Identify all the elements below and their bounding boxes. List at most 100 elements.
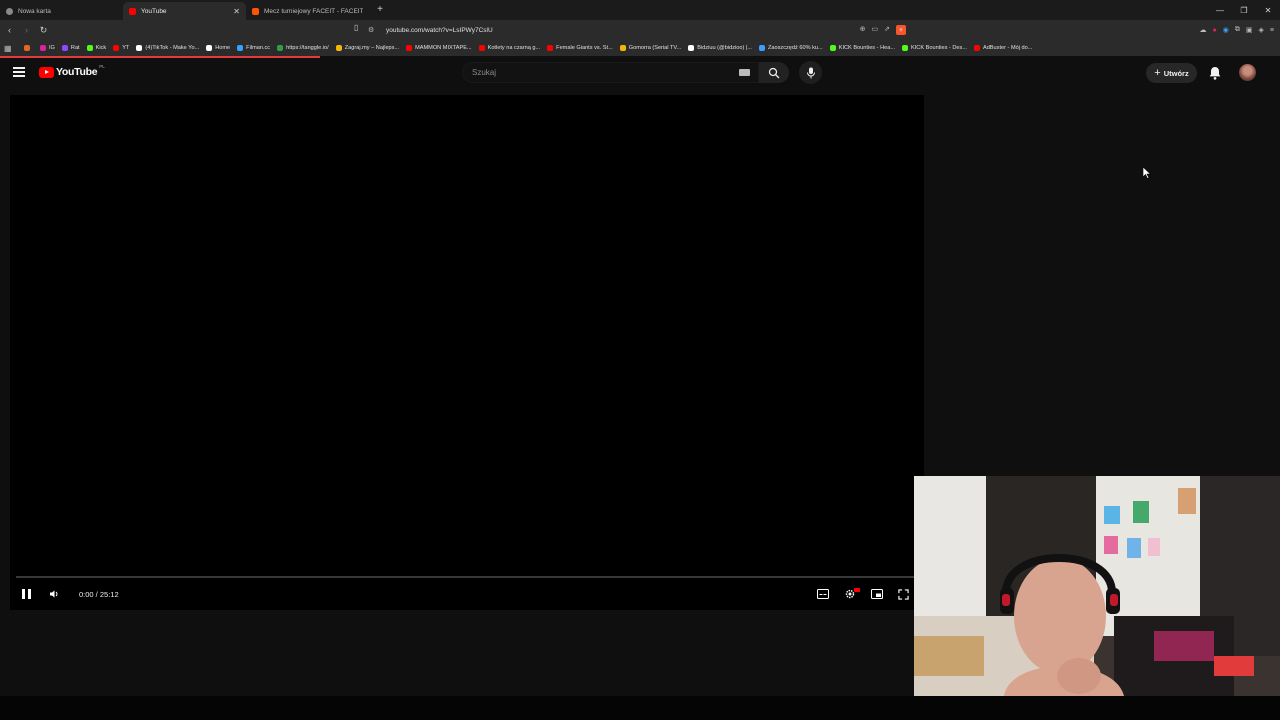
plus-icon: + (1154, 67, 1161, 79)
minimize-icon[interactable]: — (1208, 0, 1232, 20)
close-tab-icon[interactable]: ✕ (233, 7, 240, 16)
bookmark-item[interactable]: Gomorra (Serial TV... (619, 45, 682, 51)
bookmark-favicon-icon (40, 45, 46, 51)
bookmark-favicon-icon (86, 45, 93, 51)
extension-icon[interactable]: ☁ (1200, 26, 1207, 34)
youtube-logo[interactable]: YouTube PL (39, 64, 105, 78)
bookmark-favicon-icon (478, 45, 485, 51)
fullscreen-icon[interactable] (896, 587, 910, 601)
progress-bar[interactable] (16, 576, 918, 578)
record-icon[interactable]: ● (1213, 27, 1217, 34)
bookmark-label: Gomorra (Serial TV... (628, 45, 682, 51)
bookmark-item[interactable]: KICK Bounties - Hea... (829, 45, 895, 51)
bookmark-favicon-icon (237, 45, 244, 51)
sidebar-icon[interactable]: ▣ (1246, 26, 1253, 34)
video-player[interactable]: 0:00 / 25:12 (10, 95, 924, 610)
back-icon[interactable]: ‹ (2, 22, 17, 38)
close-window-icon[interactable]: ✕ (1256, 0, 1280, 20)
webcam-overlay (914, 476, 1280, 696)
bookmark-label: Home (215, 45, 231, 51)
mouse-cursor-icon (1143, 167, 1151, 179)
bookmark-item[interactable]: (4)TikTok - Make Yo... (136, 45, 199, 51)
guide-menu-icon[interactable] (13, 67, 25, 77)
bookmark-favicon-icon (973, 45, 980, 51)
voice-search-button[interactable] (799, 61, 822, 84)
bookmark-favicon-icon (406, 45, 413, 51)
search-button[interactable] (759, 62, 789, 83)
bookmark-favicon-icon (547, 45, 554, 51)
reload-icon[interactable]: ↻ (36, 22, 51, 38)
site-info-icon[interactable]: ⚙ (368, 26, 378, 34)
subtitles-icon[interactable] (816, 587, 830, 601)
bookmark-label: KICK Bounties - Des... (911, 45, 967, 51)
bookmark-label: Zagraj.my – Najleps... (344, 45, 400, 51)
bookmark-label: KICK Bounties - Hea... (838, 45, 895, 51)
bookmark-item[interactable]: Kotlety na czarną g... (478, 45, 540, 51)
tab-new-tab[interactable]: Nowa karta (0, 2, 123, 20)
keyboard-icon[interactable] (739, 69, 750, 76)
bookmark-item[interactable]: Bidziuu (@bidzioo) |... (688, 45, 752, 51)
zoom-icon[interactable]: ⊕ (860, 25, 866, 35)
logo-text: YouTube (56, 66, 98, 78)
wallet-icon[interactable]: ◈ (1259, 26, 1264, 34)
address-bar[interactable]: ⚙ youtube.com/watch?v=LsIPWy7CslU ⊕ ▭ ⇗ … (368, 23, 910, 37)
share-icon[interactable]: ⇗ (884, 25, 890, 35)
bookmark-favicon-icon (113, 45, 120, 51)
youtube-header: YouTube PL Szukaj + Utwórz (0, 58, 1280, 88)
bookmark-item[interactable]: Zagraj.my – Najleps... (335, 45, 400, 51)
bookmark-item[interactable]: KICK Bounties - Des... (902, 45, 967, 51)
bookmark-favicon-icon (688, 45, 695, 51)
tab-youtube[interactable]: YouTube ✕ (123, 2, 246, 20)
time-display: 0:00 / 25:12 (79, 590, 119, 599)
bookmark-item[interactable]: Zaoszczędź 60% ku... (758, 45, 823, 51)
picture-in-picture-icon[interactable]: ▭ (872, 25, 879, 35)
bookmark-item[interactable]: Kick (86, 45, 106, 51)
forward-icon[interactable]: › (19, 22, 34, 38)
bookmark-favicon-icon (829, 45, 836, 51)
create-label: Utwórz (1163, 68, 1189, 78)
bookmark-item[interactable]: AdBuster - Mój do... (973, 45, 1033, 51)
bookmark-item[interactable]: Female Giants vs. St... (547, 45, 613, 51)
brave-shield-icon[interactable]: ▾ (896, 25, 906, 35)
notifications-bell-icon[interactable] (1207, 65, 1223, 81)
search-placeholder: Szukaj (472, 68, 497, 77)
bookmark-label: MAMMON MIXTAPE... (415, 45, 472, 51)
bookmark-favicon-icon (335, 45, 342, 51)
audio-icon[interactable]: ◉ (1223, 26, 1229, 34)
avatar[interactable] (1239, 64, 1256, 81)
bookmark-label: IG (49, 45, 55, 51)
pause-icon[interactable] (22, 589, 32, 599)
bookmark-item[interactable]: MAMMON MIXTAPE... (406, 45, 472, 51)
menu-icon[interactable]: ≡ (1270, 27, 1274, 34)
bookmark-favicon-icon (206, 45, 213, 51)
bookmark-item[interactable]: YT (113, 45, 129, 51)
bookmark-label: Female Giants vs. St... (556, 45, 613, 51)
tab-faceit[interactable]: Mecz turniejowy FACEIT - FACEIT.com (246, 2, 369, 20)
bookmark-item[interactable]: Rat (61, 45, 80, 51)
search-input[interactable]: Szukaj (462, 62, 759, 83)
bookmark-favicon-icon (24, 45, 30, 51)
volume-icon[interactable] (48, 588, 61, 600)
bookmark-label: Filman.cc (246, 45, 271, 51)
window-controls: — ❐ ✕ (1208, 0, 1280, 20)
settings-gear-icon[interactable] (843, 587, 860, 601)
bookmark-icon[interactable]: ▯ (354, 23, 364, 37)
bookmark-item[interactable]: IG (40, 45, 55, 51)
puzzle-icon[interactable]: ⧉ (1235, 26, 1240, 34)
miniplayer-icon[interactable] (870, 587, 884, 601)
bottom-band (0, 696, 1280, 720)
player-controls: 0:00 / 25:12 (10, 584, 924, 606)
bookmark-favicon-icon (758, 45, 765, 51)
bookmark-item[interactable]: Filman.cc (237, 45, 270, 51)
bookmark-label: AdBuster - Mój do... (982, 45, 1033, 51)
bookmark-favicon-icon (61, 45, 68, 51)
bookmark-item[interactable]: https://tanggle.io/ (277, 45, 329, 51)
bookmark-item[interactable]: Home (206, 45, 230, 51)
bookmark-item[interactable] (24, 45, 33, 51)
microphone-icon (806, 67, 815, 78)
restore-icon[interactable]: ❐ (1232, 0, 1256, 20)
create-button[interactable]: + Utwórz (1146, 63, 1197, 83)
new-tab-plus-icon[interactable]: + (373, 3, 387, 17)
apps-grid-icon[interactable]: ▦ (4, 44, 18, 53)
bookmark-favicon-icon (902, 45, 908, 51)
